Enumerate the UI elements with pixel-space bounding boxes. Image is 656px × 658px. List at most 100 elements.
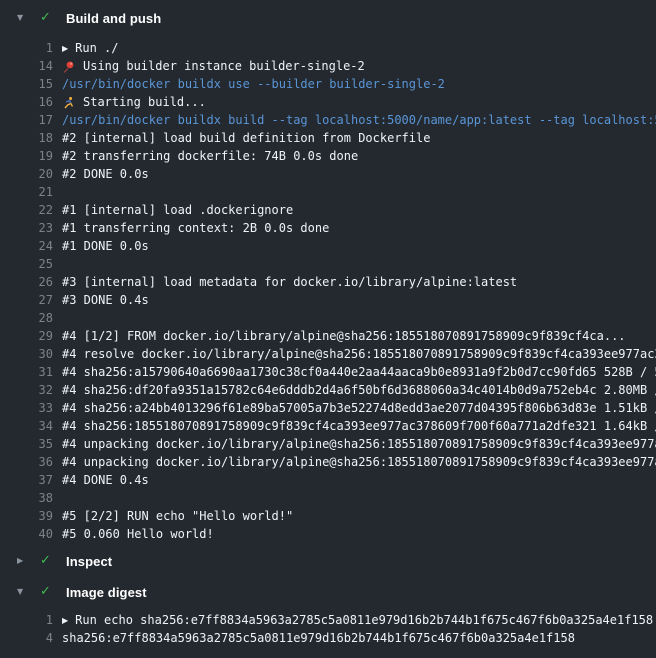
pushpin-icon	[62, 60, 75, 73]
line-number[interactable]: 14	[0, 59, 53, 73]
log-line-text: #4 resolve docker.io/library/alpine@sha2…	[62, 347, 656, 361]
check-icon: ✓	[40, 582, 54, 602]
line-number[interactable]: 24	[0, 239, 53, 253]
line-number[interactable]: 30	[0, 347, 53, 361]
log-text: #5 [2/2] RUN echo "Hello world!"	[62, 509, 656, 523]
log-line: 15/usr/bin/docker buildx use --builder b…	[0, 75, 656, 93]
line-number[interactable]: 33	[0, 401, 53, 415]
log-line: 1 ▶Run ./	[0, 39, 656, 57]
log-line: 30 #4 resolve docker.io/library/alpine@sh…	[0, 345, 656, 363]
log-line-text: #4 sha256:a15790640a6690aa1730c38cf0a440…	[62, 365, 656, 379]
line-number[interactable]: 22	[0, 203, 53, 217]
run-arrow-icon[interactable]: ▶	[62, 616, 68, 625]
line-number[interactable]: 23	[0, 221, 53, 235]
log-line-text: Run echo sha256:e7ff8834a5963a2785c5a081…	[75, 613, 653, 627]
log-line-text: #1 DONE 0.0s	[62, 239, 149, 253]
line-number[interactable]: 32	[0, 383, 53, 397]
line-number[interactable]: 17	[0, 113, 53, 127]
log-line: 21	[0, 183, 656, 201]
line-number[interactable]: 1	[0, 41, 53, 55]
log-line: 23 #1 transferring context: 2B 0.0s done	[0, 219, 656, 237]
log-text: #3 [internal] load metadata for docker.i…	[62, 275, 656, 289]
log-line-text: #3 DONE 0.4s	[62, 293, 149, 307]
log-line: 39 #5 [2/2] RUN echo "Hello world!"	[0, 507, 656, 525]
line-number[interactable]: 37	[0, 473, 53, 487]
line-number[interactable]: 20	[0, 167, 53, 181]
line-number[interactable]: 36	[0, 455, 53, 469]
log-line: 31 #4 sha256:a15790640a6690aa1730c38cf0a4…	[0, 363, 656, 381]
chevron-down-icon[interactable]: ▼	[17, 8, 29, 28]
log-text: /usr/bin/docker buildx build --tag local…	[62, 113, 656, 127]
log-line: 33 #4 sha256:a24bb4013296f61e89ba57005a7b…	[0, 399, 656, 417]
log-text: sha256:e7ff8834a5963a2785c5a0811e979d16b…	[62, 631, 656, 645]
log-text: #4 [1/2] FROM docker.io/library/alpine@s…	[62, 329, 656, 343]
log-line: 35 #4 unpacking docker.io/library/alpine@…	[0, 435, 656, 453]
line-number[interactable]: 39	[0, 509, 53, 523]
line-number[interactable]: 38	[0, 491, 53, 505]
log-text: #4 DONE 0.4s	[62, 473, 656, 487]
log-line-text: #4 sha256:185518070891758909c9f839cf4ca3…	[62, 419, 656, 433]
line-number[interactable]: 1	[0, 613, 53, 627]
log-line: 1 ▶ Run echo sha256:e7ff8834a5963a2785c5a0…	[0, 611, 656, 629]
log-line: 4 sha256:e7ff8834a5963a2785c5a0811e979d16…	[0, 629, 656, 647]
log-text: #4 resolve docker.io/library/alpine@sha2…	[62, 347, 656, 361]
log-line-text: #2 DONE 0.0s	[62, 167, 149, 181]
runner-icon	[62, 96, 75, 109]
run-arrow-icon[interactable]: ▶	[62, 44, 68, 53]
line-number[interactable]: 19	[0, 149, 53, 163]
line-number[interactable]: 34	[0, 419, 53, 433]
line-number[interactable]: 28	[0, 311, 53, 325]
section-header-image-digest[interactable]: ▼ ✓ Image digest	[0, 582, 656, 602]
log-line: 26 #3 [internal] load metadata for docker…	[0, 273, 656, 291]
log-text: #4 unpacking docker.io/library/alpine@sh…	[62, 437, 656, 451]
log-text: #4 sha256:df20fa9351a15782c64e6dddb2d4a6…	[62, 383, 656, 397]
log-text: #4 sha256:a24bb4013296f61e89ba57005a7b3e…	[62, 401, 656, 415]
line-number[interactable]: 18	[0, 131, 53, 145]
log-text: #4 sha256:a15790640a6690aa1730c38cf0a440…	[62, 365, 656, 379]
line-number[interactable]: 31	[0, 365, 53, 379]
log-text: /usr/bin/docker buildx use --builder bui…	[62, 77, 656, 91]
log-text: #3 DONE 0.4s	[62, 293, 656, 307]
log-line-text: #4 unpacking docker.io/library/alpine@sh…	[62, 455, 656, 469]
log-line-text: #4 unpacking docker.io/library/alpine@sh…	[62, 437, 656, 451]
chevron-down-icon[interactable]: ▼	[17, 582, 29, 602]
log-line-text: #4 sha256:df20fa9351a15782c64e6dddb2d4a6…	[62, 383, 656, 397]
log-line-text: sha256:e7ff8834a5963a2785c5a0811e979d16b…	[62, 631, 575, 645]
log-line-text: #3 [internal] load metadata for docker.i…	[62, 275, 517, 289]
line-number[interactable]: 4	[0, 631, 53, 645]
chevron-right-icon[interactable]: ▶	[17, 551, 29, 571]
log-line-text: #5 [2/2] RUN echo "Hello world!"	[62, 509, 293, 523]
section-header-build-and-push[interactable]: ▼✓Build and push	[0, 8, 656, 28]
line-number[interactable]: 40	[0, 527, 53, 541]
log-line-text: Using builder instance builder-single-2	[83, 59, 365, 73]
log-line: 25	[0, 255, 656, 273]
log-text: ▶ Run echo sha256:e7ff8834a5963a2785c5a08…	[62, 613, 656, 627]
line-number[interactable]: 26	[0, 275, 53, 289]
section-title: Image digest	[66, 585, 147, 600]
section-header-inspect[interactable]: ▶✓Inspect	[0, 551, 656, 571]
log-text: ▶Run ./	[62, 41, 656, 55]
log-line: 36 #4 unpacking docker.io/library/alpine@…	[0, 453, 656, 471]
line-number[interactable]: 29	[0, 329, 53, 343]
log-section-image-digest: ▼ ✓ Image digest 1 ▶ Run echo sha256:e7ff8834…	[0, 582, 656, 647]
check-icon: ✓	[40, 8, 54, 28]
line-number[interactable]: 21	[0, 185, 53, 199]
log-line-text: #1 [internal] load .dockerignore	[62, 203, 293, 217]
section-log-lines: 1 ▶Run ./ 14 Using builder instance builder…	[0, 39, 656, 543]
log-line: 24 #1 DONE 0.0s	[0, 237, 656, 255]
workflow-log-viewer: ▼✓Build and push1▶Run ./14Using builder …	[0, 0, 656, 647]
line-number[interactable]: 16	[0, 95, 53, 109]
log-line: 40#5 0.060 Hello world!	[0, 525, 656, 543]
log-line: 38	[0, 489, 656, 507]
log-line: 28	[0, 309, 656, 327]
log-line: 29 #4 [1/2] FROM docker.io/library/alpine…	[0, 327, 656, 345]
line-number[interactable]: 25	[0, 257, 53, 271]
log-line: 14 Using builder instance builder-single-…	[0, 57, 656, 75]
line-number[interactable]: 15	[0, 77, 53, 91]
log-text: #4 sha256:185518070891758909c9f839cf4ca3…	[62, 419, 656, 433]
log-line-text: #1 transferring context: 2B 0.0s done	[62, 221, 329, 235]
line-number[interactable]: 35	[0, 437, 53, 451]
log-text: #1 transferring context: 2B 0.0s done	[62, 221, 656, 235]
line-number[interactable]: 27	[0, 293, 53, 307]
log-line-text: /usr/bin/docker buildx use --builder bui…	[62, 77, 445, 91]
